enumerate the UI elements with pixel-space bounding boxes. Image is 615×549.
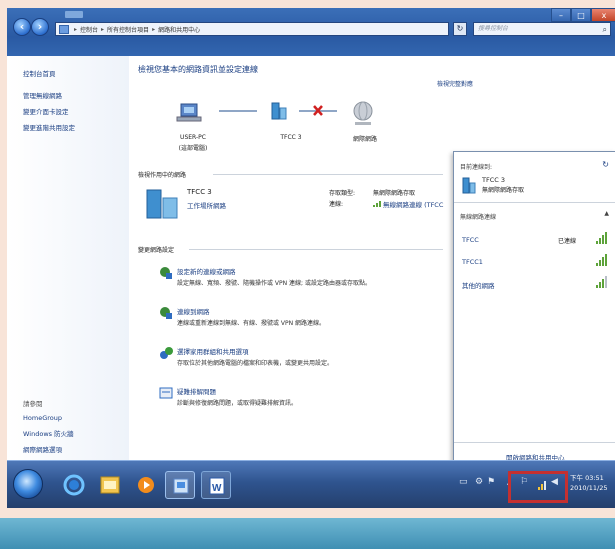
svg-text:W: W: [212, 483, 222, 494]
breadcrumb-all-items[interactable]: 所有控制台項目: [107, 25, 149, 34]
map-node-internet-name: 網際網路: [352, 136, 377, 143]
network-sharing-center-window: ‹ › ▸ 控制台 ▸ 所有控制台項目 ▸ 網路和共用中心 ↻ 搜尋控制台 ⌕ …: [7, 8, 615, 508]
sidebar: 控制台首頁 管理無線網路 變更介面卡設定 變更進階共用設定 請參閱 HomeGr…: [7, 56, 129, 460]
breadcrumb-network-center[interactable]: 網路和共用中心: [158, 25, 200, 34]
clock-date[interactable]: 2010/11/25: [570, 484, 607, 492]
breadcrumb-separator: ▸: [101, 25, 105, 33]
connect-network-icon: [160, 307, 172, 319]
divider: [213, 174, 443, 175]
see-also-links: HomeGroup Windows 防火牆 網際網路選項: [23, 414, 74, 460]
minimize-button[interactable]: –: [551, 8, 571, 22]
task-homegroup-link[interactable]: 選擇家用群組和共用選項: [177, 346, 249, 356]
task-homegroup-desc: 存取位於其他網路電腦的檔案和印表機，或變更共用設定。: [177, 360, 334, 367]
see-also-heading: 請參閱: [23, 400, 43, 408]
search-icon[interactable]: ⌕: [603, 24, 607, 36]
current-network-icon: [462, 177, 476, 194]
maximize-button[interactable]: □: [571, 8, 591, 22]
signal-bars-icon: [596, 276, 607, 288]
back-button[interactable]: ‹: [13, 18, 31, 36]
refresh-button[interactable]: ↻: [453, 22, 467, 36]
page-title: 檢視您基本的網路資訊並設定連線: [138, 65, 258, 74]
clock-time[interactable]: 下午 03:51: [570, 472, 604, 482]
connections-label: 連線:: [329, 201, 344, 208]
address-bar-area: ‹ › ▸ 控制台 ▸ 所有控制台項目 ▸ 網路和共用中心 ↻ 搜尋控制台 ⌕ …: [7, 8, 615, 56]
wireless-section-label: 無線網路連線: [460, 214, 497, 221]
sidebar-advanced-sharing[interactable]: 變更進階共用設定: [23, 122, 129, 132]
map-node-pc-sub: (這部電腦): [178, 145, 208, 152]
new-connection-icon: [160, 267, 172, 279]
start-button[interactable]: [13, 469, 43, 499]
wireless-connection-link[interactable]: 無線網路連線 (TFCC: [373, 199, 453, 209]
current-network-name: TFCC 3: [482, 176, 505, 184]
globe-icon: [353, 101, 373, 125]
sidebar-adapter-settings[interactable]: 變更介面卡設定: [23, 106, 129, 116]
task-connect-network-link[interactable]: 連線到網路: [177, 306, 210, 316]
media-player-icon[interactable]: [131, 471, 161, 499]
control-panel-task-icon[interactable]: [165, 471, 195, 499]
title-badge: [65, 11, 83, 18]
access-type-label: 存取類型:: [329, 190, 356, 197]
active-networks-heading: 檢視作用中的網路: [138, 172, 187, 179]
wireless-connection-label: 無線網路連線 (TFCC: [383, 201, 444, 209]
computer-icon: [176, 103, 202, 122]
forward-button[interactable]: ›: [31, 18, 49, 36]
troubleshoot-icon: [159, 387, 173, 399]
divider: [454, 442, 615, 443]
task-connect-network-desc: 連線或重新連線到無線、有線、撥號或 VPN 網路連線。: [177, 320, 326, 327]
show-keyboard-icon[interactable]: ▭: [459, 477, 468, 487]
tray-highlight-box: [508, 471, 568, 503]
sidebar-manage-wireless[interactable]: 管理無線網路: [23, 90, 129, 100]
breadcrumb-separator: ▸: [74, 25, 78, 33]
network-item-tfcc1[interactable]: TFCC1: [462, 258, 483, 266]
current-network-status: 無網際網路存取: [482, 187, 525, 194]
divider: [454, 202, 615, 203]
network-icon: [271, 102, 287, 120]
task-troubleshoot-desc: 診斷與修復網路問題，或取得疑難排解資訊。: [177, 400, 298, 407]
close-button[interactable]: x: [591, 8, 615, 22]
ie-icon[interactable]: [59, 471, 89, 499]
see-full-map-link[interactable]: 檢視完整對應: [437, 79, 473, 88]
network-bench-icon: [146, 189, 178, 219]
breadcrumb-control-panel[interactable]: 控制台: [80, 25, 98, 34]
network-item-tfcc-status: 已連線: [558, 238, 577, 245]
divider: [189, 249, 443, 250]
task-setup-connection-desc: 設定無線、寬頻、撥號、隨機操作或 VPN 連線; 或設定路由器或存取點。: [177, 280, 371, 287]
window-controls: – □ x: [551, 8, 615, 22]
collapse-icon[interactable]: ▲: [604, 210, 609, 217]
slide-bottom-band: [0, 514, 615, 549]
search-input[interactable]: 搜尋控制台 ⌕: [473, 22, 611, 36]
network-item-tfcc[interactable]: TFCC: [462, 236, 479, 244]
see-also-firewall[interactable]: Windows 防火牆: [23, 428, 74, 438]
signal-bars-icon: [596, 254, 607, 266]
tray-app-icon[interactable]: ⚙: [475, 477, 483, 487]
word-icon[interactable]: W: [201, 471, 231, 499]
no-internet-access-value: 無網際網路存取: [373, 190, 416, 197]
network-map: [176, 101, 373, 125]
network-item-other[interactable]: 其他的網路: [462, 280, 495, 290]
control-panel-icon: [59, 25, 69, 34]
change-settings-heading: 變更網路設定: [138, 247, 175, 254]
breadcrumb-separator: ▸: [152, 25, 156, 33]
wireless-network-popup: 目前連線到: ↻ TFCC 3 無網際網路存取 無線網路連線 ▲ TFCC 已連…: [453, 151, 615, 473]
task-troubleshoot-link[interactable]: 疑難排解問題: [177, 386, 216, 396]
tray-flag-icon[interactable]: ⚑: [487, 477, 495, 487]
task-setup-connection-link[interactable]: 設定新的連線或網路: [177, 266, 236, 276]
see-also-homegroup[interactable]: HomeGroup: [23, 414, 74, 422]
network-type-link[interactable]: 工作場所網路: [187, 200, 226, 210]
map-node-network-name: TFCC 3: [280, 134, 302, 141]
active-network-name: TFCC 3: [187, 188, 212, 196]
map-node-pc-name: USER-PC: [180, 134, 206, 141]
explorer-icon[interactable]: [95, 471, 125, 499]
address-box[interactable]: ▸ 控制台 ▸ 所有控制台項目 ▸ 網路和共用中心: [55, 22, 449, 36]
search-placeholder: 搜尋控制台: [478, 25, 509, 32]
see-also-internet-options[interactable]: 網際網路選項: [23, 444, 74, 454]
signal-bars-icon: [596, 232, 607, 244]
refresh-networks-icon[interactable]: ↻: [602, 160, 609, 169]
currently-connected-label: 目前連線到:: [460, 164, 493, 171]
homegroup-icon: [160, 347, 173, 359]
sidebar-home-link[interactable]: 控制台首頁: [23, 68, 129, 78]
signal-icon: [373, 201, 381, 207]
